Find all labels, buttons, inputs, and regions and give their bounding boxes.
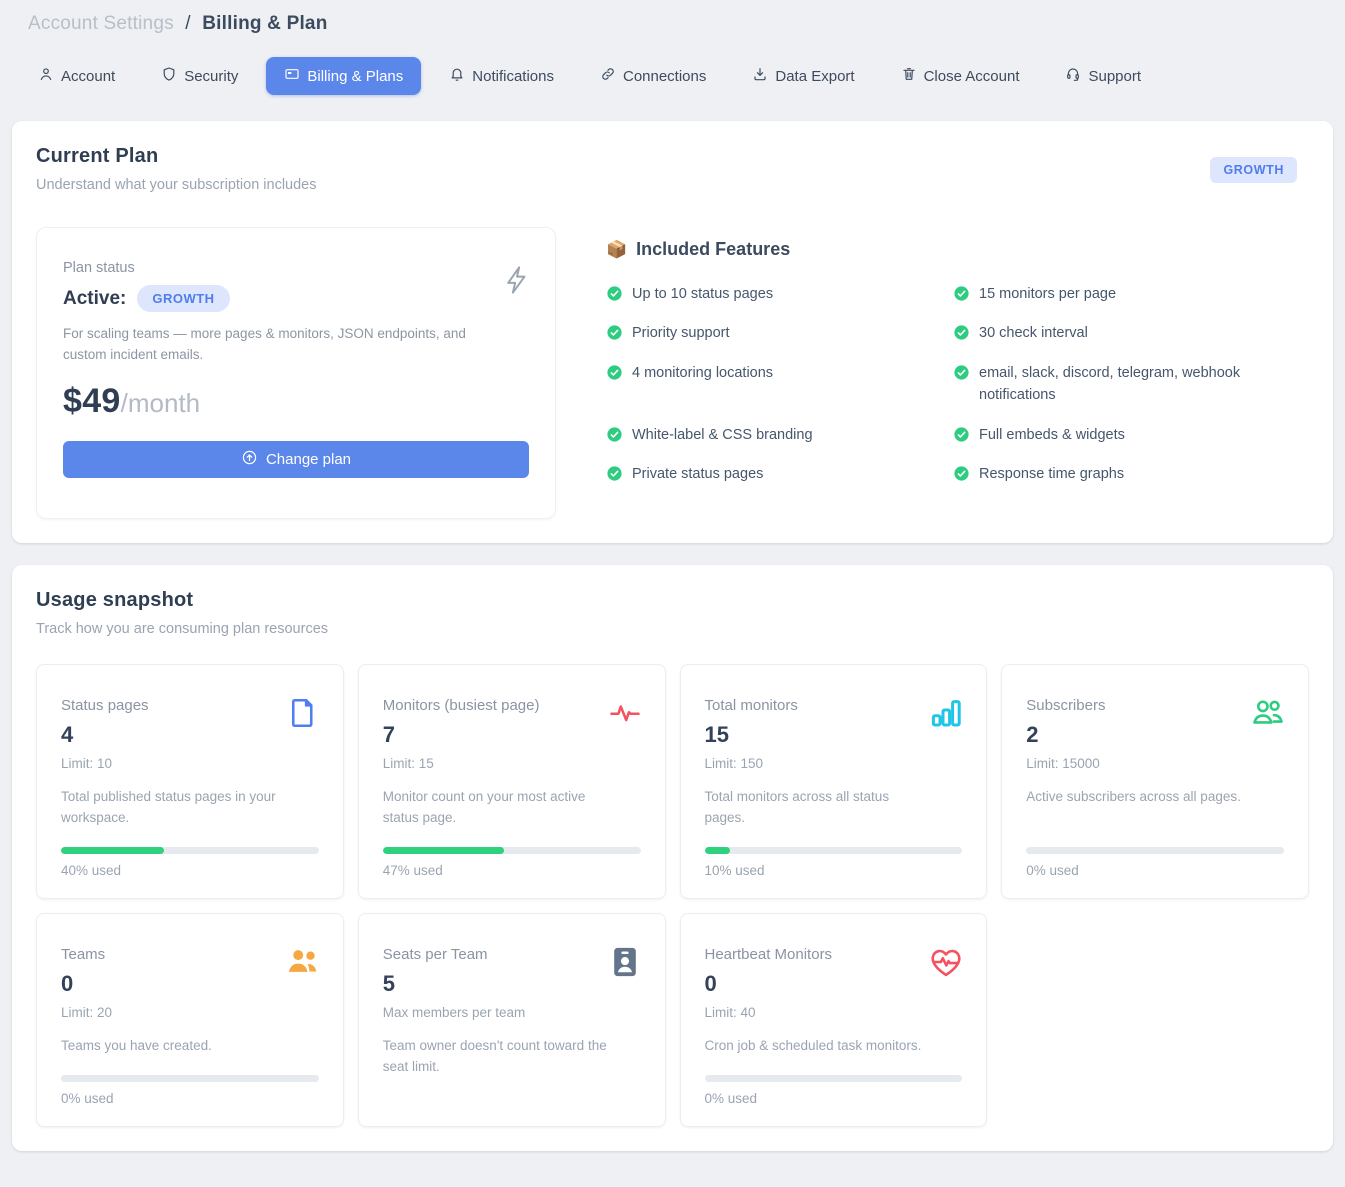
plan-status-value: Active:	[63, 288, 126, 310]
features-grid: Up to 10 status pages 15 monitors per pa…	[606, 283, 1309, 486]
feature-item: Private status pages	[606, 463, 953, 485]
check-circle-icon	[953, 285, 970, 302]
bell-icon	[449, 66, 465, 86]
price-period: /month	[121, 388, 201, 418]
breadcrumb: Account Settings / Billing & Plan	[12, 0, 1333, 55]
user-icon	[38, 66, 54, 86]
feature-item: Full embeds & widgets	[953, 424, 1299, 446]
usage-grid: Status pages 4 Limit: 10 Total published…	[36, 664, 1309, 1127]
check-circle-icon	[953, 364, 970, 381]
current-plan-subtitle: Understand what your subscription includ…	[36, 177, 316, 193]
settings-tab-bar: Account Security Billing & Plans Notific…	[20, 57, 1325, 95]
tab-support[interactable]: Support	[1047, 57, 1159, 95]
usage-subtitle: Track how you are consuming plan resourc…	[36, 621, 1309, 637]
arrow-up-circle-icon	[241, 449, 258, 470]
feature-item: 30 check interval	[953, 322, 1299, 344]
check-circle-icon	[606, 426, 623, 443]
usage-card-subscribers: Subscribers 2 Limit: 15000 Active subscr…	[1001, 664, 1309, 899]
check-circle-icon	[606, 324, 623, 341]
usage-progress: 0% used	[705, 1057, 963, 1106]
plan-price: $49/month	[63, 382, 529, 421]
check-circle-icon	[953, 426, 970, 443]
usage-progress: 47% used	[383, 829, 641, 878]
users-outline-icon	[1250, 695, 1286, 731]
plan-status-label: Plan status	[63, 260, 529, 276]
usage-progress: 0% used	[61, 1057, 319, 1106]
price-amount: $49	[63, 382, 121, 420]
plan-description: For scaling teams — more pages & monitor…	[63, 324, 493, 366]
check-circle-icon	[953, 465, 970, 482]
bar-chart-icon	[928, 695, 964, 731]
tab-notifications[interactable]: Notifications	[431, 57, 572, 95]
heart-pulse-icon	[928, 944, 964, 980]
feature-item: Up to 10 status pages	[606, 283, 953, 305]
check-circle-icon	[606, 465, 623, 482]
feature-item: email, slack, discord, telegram, webhook…	[953, 362, 1299, 407]
id-badge-icon	[607, 944, 643, 980]
pulse-icon	[607, 695, 643, 731]
shield-icon	[161, 66, 177, 86]
check-circle-icon	[953, 324, 970, 341]
tab-account[interactable]: Account	[20, 57, 133, 95]
features-heading: Included Features	[636, 239, 790, 260]
billing-page: Account Settings / Billing & Plan Accoun…	[0, 0, 1345, 1187]
current-plan-card: Current Plan Understand what your subscr…	[12, 121, 1333, 543]
lightning-bolt-icon	[501, 264, 533, 296]
usage-progress: 40% used	[61, 829, 319, 878]
current-plan-title: Current Plan	[36, 145, 316, 168]
users-filled-icon	[285, 944, 321, 980]
feature-item: 15 monitors per page	[953, 283, 1299, 305]
plan-status-panel: Plan status Active: GROWTH For scaling t…	[36, 227, 556, 519]
download-icon	[752, 66, 768, 86]
plan-status-badge: GROWTH	[137, 285, 229, 312]
usage-card-status-pages: Status pages 4 Limit: 10 Total published…	[36, 664, 344, 899]
usage-card-total-monitors: Total monitors 15 Limit: 150 Total monit…	[680, 664, 988, 899]
headset-icon	[1065, 66, 1081, 86]
usage-card-seats-per-team: Seats per Team 5 Max members per team Te…	[358, 913, 666, 1127]
credit-card-icon	[284, 66, 300, 86]
link-icon	[600, 66, 616, 86]
file-icon	[285, 695, 321, 731]
plan-tier-badge: GROWTH	[1210, 157, 1297, 183]
feature-item: 4 monitoring locations	[606, 362, 953, 407]
usage-card-monitors-busiest: Monitors (busiest page) 7 Limit: 15 Moni…	[358, 664, 666, 899]
breadcrumb-section[interactable]: Account Settings	[28, 13, 174, 34]
breadcrumb-separator: /	[185, 13, 190, 34]
feature-item: White-label & CSS branding	[606, 424, 953, 446]
usage-card-teams: Teams 0 Limit: 20 Teams you have created…	[36, 913, 344, 1127]
trash-icon	[901, 66, 917, 86]
usage-progress: 10% used	[705, 829, 963, 878]
feature-item: Response time graphs	[953, 463, 1299, 485]
tab-connections[interactable]: Connections	[582, 57, 724, 95]
check-circle-icon	[606, 285, 623, 302]
usage-card-heartbeat-monitors: Heartbeat Monitors 0 Limit: 40 Cron job …	[680, 913, 988, 1127]
usage-progress: 0% used	[1026, 829, 1284, 878]
usage-title: Usage snapshot	[36, 589, 1309, 612]
tab-security[interactable]: Security	[143, 57, 256, 95]
tab-billing-plans[interactable]: Billing & Plans	[266, 57, 421, 95]
check-circle-icon	[606, 364, 623, 381]
package-icon: 📦	[606, 240, 627, 260]
tab-close-account[interactable]: Close Account	[883, 57, 1038, 95]
included-features: 📦 Included Features Up to 10 status page…	[606, 227, 1309, 519]
usage-snapshot-card: Usage snapshot Track how you are consumi…	[12, 565, 1333, 1151]
change-plan-button[interactable]: Change plan	[63, 441, 529, 478]
feature-item: Priority support	[606, 322, 953, 344]
tab-data-export[interactable]: Data Export	[734, 57, 872, 95]
page-title: Billing & Plan	[202, 13, 327, 34]
